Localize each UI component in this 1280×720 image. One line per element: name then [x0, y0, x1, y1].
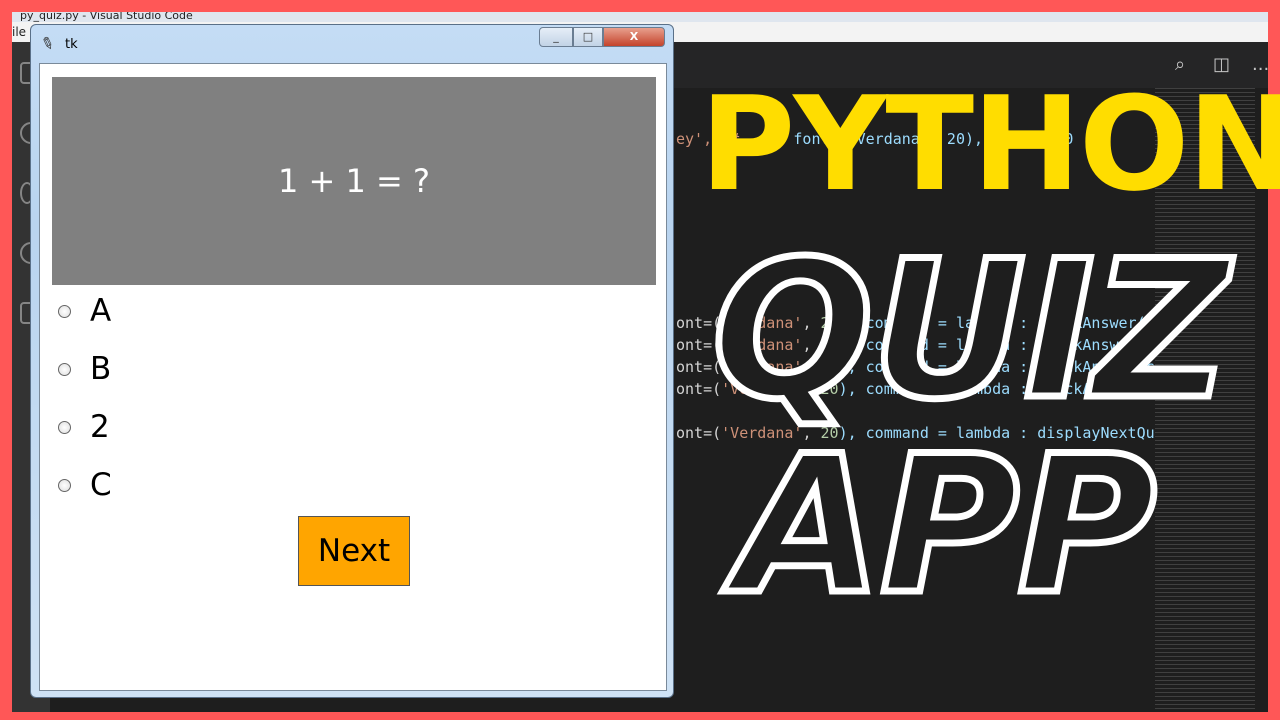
- window-title: tk: [65, 37, 78, 52]
- overlay-title-python: PYTHON: [700, 68, 1280, 220]
- maximize-button[interactable]: □: [573, 27, 603, 47]
- menu-file[interactable]: ile: [12, 25, 26, 39]
- radio-button[interactable]: [58, 362, 71, 376]
- close-button[interactable]: X: [603, 27, 665, 47]
- tk-window: ✎ tk _ □ X 1 + 1 = ? A B 2 C Next: [30, 24, 674, 698]
- option-radio-a[interactable]: A: [58, 293, 111, 329]
- radio-button[interactable]: [58, 478, 71, 492]
- option-radio-b[interactable]: B: [58, 351, 111, 387]
- option-radio-2[interactable]: 2: [58, 409, 110, 445]
- radio-button[interactable]: [58, 304, 71, 318]
- tk-feather-icon: ✎: [38, 32, 58, 55]
- quiz-client-area: 1 + 1 = ? A B 2 C Next: [39, 63, 667, 691]
- overlay-title-app: APP: [732, 412, 1161, 640]
- radio-button[interactable]: [58, 420, 71, 434]
- minimize-button[interactable]: _: [539, 27, 573, 47]
- next-button[interactable]: Next: [298, 516, 410, 586]
- overlay-title-quiz: QUIZ: [708, 217, 1233, 445]
- vscode-title-bar: py_quiz.py - Visual Studio Code: [12, 12, 1268, 22]
- question-label: 1 + 1 = ?: [52, 77, 656, 285]
- option-radio-c[interactable]: C: [58, 467, 112, 503]
